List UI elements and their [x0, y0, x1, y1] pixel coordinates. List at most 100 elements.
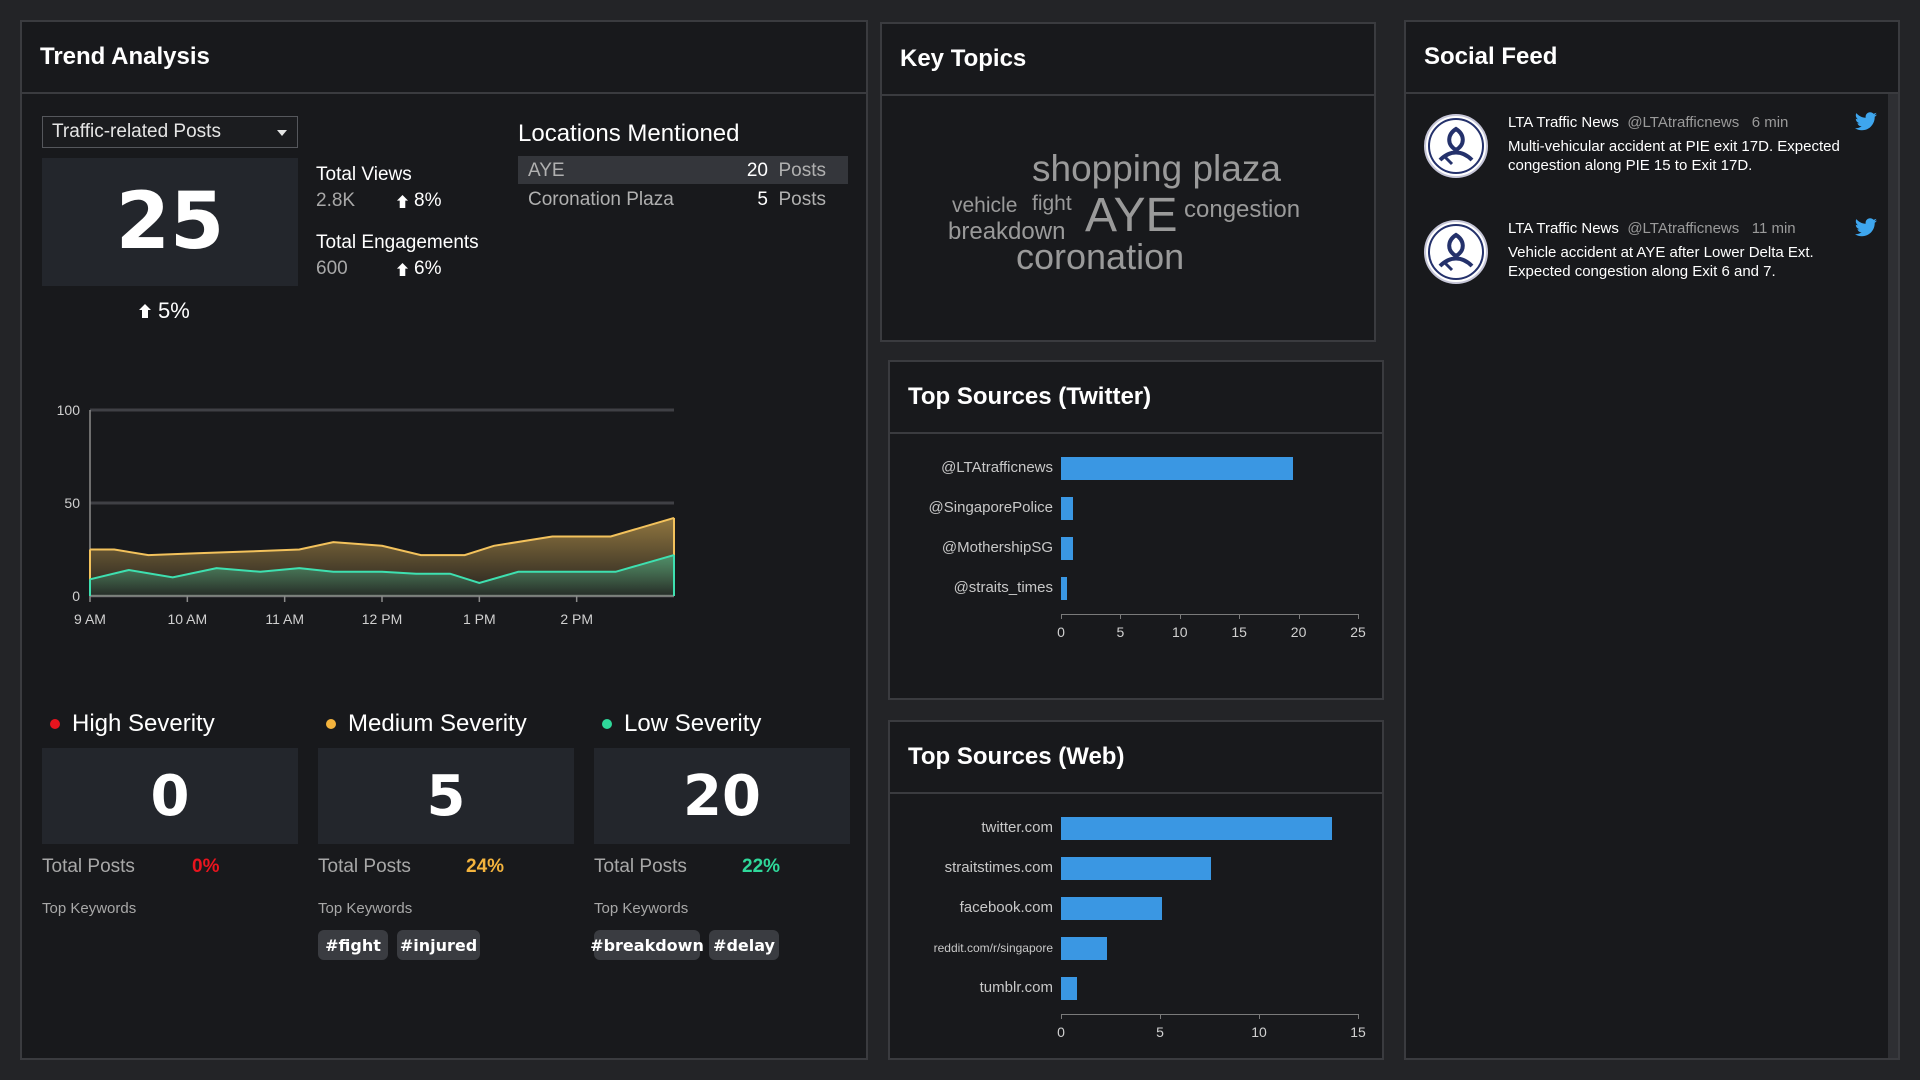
x-tick-label: 9 AM: [74, 611, 106, 627]
web-sources-panel: Top Sources (Web) twitter.com straitstime…: [888, 720, 1384, 1060]
total-posts-label: Total Posts: [594, 856, 687, 877]
arrow-up-icon: [139, 304, 151, 318]
bar[interactable]: [1061, 937, 1107, 960]
severity-title: High Severity: [50, 710, 215, 738]
panel-title: Trend Analysis: [22, 22, 866, 94]
topic-word[interactable]: congestion: [1184, 196, 1300, 224]
author-handle[interactable]: @LTAtrafficnews: [1627, 220, 1739, 237]
engagements-change: 6%: [396, 258, 441, 280]
bar-label: @LTAtrafficnews: [941, 459, 1053, 476]
bar-label: @straits_times: [953, 579, 1053, 596]
location-row[interactable]: AYE 20 Posts: [518, 156, 848, 184]
severity-count: 0: [150, 763, 190, 829]
bar[interactable]: [1061, 497, 1073, 520]
views-label: Total Views: [316, 164, 412, 185]
bar-label: @MothershipSG: [941, 539, 1053, 556]
bar[interactable]: [1061, 857, 1212, 880]
x-tick: [1160, 1014, 1161, 1019]
x-tick: [1179, 614, 1181, 619]
x-tick-label: 0: [1057, 624, 1065, 640]
x-axis: [1061, 1014, 1358, 1015]
severity-pct: 22%: [742, 856, 781, 877]
twitter-bird-icon[interactable]: [1854, 112, 1878, 132]
lta-logo-icon: [1428, 224, 1484, 280]
bar-label: @SingaporePolice: [928, 499, 1053, 516]
views-value: 2.8K: [316, 190, 356, 211]
lta-logo-icon: [1428, 118, 1484, 174]
bar[interactable]: [1061, 897, 1162, 920]
total-posts-label: Total Posts: [318, 856, 411, 877]
topic-word[interactable]: coronation: [1016, 236, 1184, 278]
x-tick: [1061, 1014, 1062, 1019]
topic-word[interactable]: fight: [1032, 192, 1072, 216]
tweet-header: LTA Traffic News @LTAtrafficnews 11 min: [1508, 220, 1796, 238]
arrow-up-icon: [396, 262, 409, 276]
twitter-bird-icon[interactable]: [1854, 218, 1878, 238]
severity-count-box: 5: [318, 748, 574, 844]
severity-title: Low Severity: [602, 710, 761, 738]
topic-word[interactable]: vehicle: [952, 194, 1017, 218]
author-name[interactable]: LTA Traffic News: [1508, 220, 1619, 237]
tweet-text: Vehicle accident at AYE after Lower Delt…: [1508, 244, 1814, 280]
keyword-tag[interactable]: #injured: [397, 930, 480, 960]
keyword-tag[interactable]: #delay: [709, 930, 779, 960]
x-tick-label: 5: [1116, 624, 1125, 640]
x-tick-label: 10: [1172, 624, 1188, 640]
feed-scrollbar[interactable]: [1888, 94, 1898, 1058]
x-tick: [1061, 614, 1062, 619]
arrow-up-icon: [396, 194, 409, 208]
x-tick: [1239, 614, 1241, 619]
x-tick: [1298, 614, 1300, 619]
key-topics-panel: Key Topics shopping plaza vehicle fight …: [880, 22, 1376, 342]
x-axis: [1061, 614, 1358, 615]
x-tick-label: 5: [1156, 1024, 1164, 1040]
bar[interactable]: [1061, 457, 1293, 480]
x-tick: [1120, 614, 1122, 619]
y-tick-label: 50: [64, 495, 80, 511]
severity-count: 20: [683, 763, 761, 829]
severity-dot: [602, 719, 612, 729]
severity-count: 5: [426, 763, 466, 829]
bar[interactable]: [1061, 537, 1073, 560]
bar[interactable]: [1061, 577, 1067, 600]
severity-count-box: 0: [42, 748, 298, 844]
feed-item[interactable]: LTA Traffic News @LTAtrafficnews 6 min M…: [1424, 112, 1877, 210]
tweet-header: LTA Traffic News @LTAtrafficnews 6 min: [1508, 114, 1788, 132]
trend-analysis-panel: Trend Analysis Traffic-related Posts 25 …: [20, 20, 868, 1060]
views-change: 8%: [396, 190, 441, 212]
total-posts-label: Total Posts: [42, 856, 135, 877]
x-tick-label: 12 PM: [362, 611, 402, 627]
x-tick-label: 10: [1251, 1024, 1267, 1040]
bar-label: tumblr.com: [979, 979, 1053, 996]
tweet-text: Multi-vehicular accident at PIE exit 17D…: [1508, 138, 1840, 174]
topic-word[interactable]: shopping plaza: [1032, 148, 1281, 190]
feed-item[interactable]: LTA Traffic News @LTAtrafficnews 11 min …: [1424, 218, 1877, 316]
severity-title: Medium Severity: [326, 710, 527, 738]
bar[interactable]: [1061, 977, 1077, 1000]
keyword-tag[interactable]: #breakdown: [590, 930, 704, 960]
panel-title: Key Topics: [882, 24, 1374, 96]
locations-title: Locations Mentioned: [518, 120, 740, 147]
engagements-value: 600: [316, 258, 348, 279]
social-feed-panel: Social Feed LTA Traffic News @LTAtraffic…: [1404, 20, 1900, 1060]
author-handle[interactable]: @LTAtrafficnews: [1627, 114, 1739, 131]
location-row[interactable]: Coronation Plaza 5 Posts: [518, 185, 848, 213]
x-tick-label: 0: [1057, 1024, 1065, 1040]
panel-title: Social Feed: [1406, 22, 1898, 94]
keyword-tag[interactable]: #fight: [318, 930, 388, 960]
author-name[interactable]: LTA Traffic News: [1508, 114, 1619, 131]
y-tick-label: 0: [72, 588, 80, 604]
x-tick-label: 1 PM: [463, 611, 496, 627]
x-tick-label: 2 PM: [560, 611, 593, 627]
post-count-box: 25: [42, 158, 298, 286]
severity-pct: 24%: [466, 856, 505, 877]
bar[interactable]: [1061, 817, 1333, 840]
x-tick-label: 15: [1231, 624, 1247, 640]
post-type-dropdown[interactable]: Traffic-related Posts: [42, 116, 298, 148]
bar-label: facebook.com: [959, 899, 1053, 916]
topic-word[interactable]: AYE: [1085, 188, 1177, 243]
chevron-down-icon: [277, 130, 287, 136]
engagements-label: Total Engagements: [316, 232, 479, 253]
top-keywords-label: Top Keywords: [594, 900, 689, 917]
web-bar-chart: twitter.com straitstimes.com facebook.com r…: [890, 722, 1386, 1062]
